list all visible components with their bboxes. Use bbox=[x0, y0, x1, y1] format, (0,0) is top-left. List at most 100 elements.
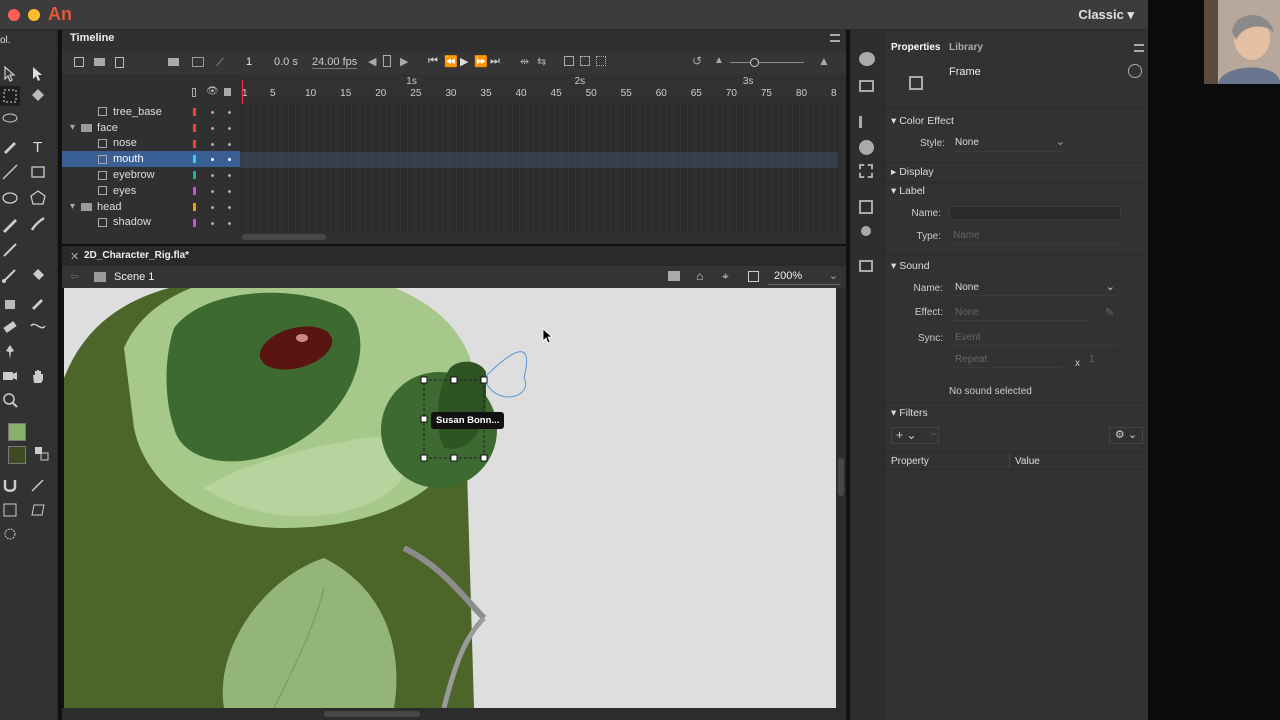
sound-name-dropdown[interactable]: None ⌄ bbox=[951, 280, 1119, 296]
rectangle-tool-icon[interactable] bbox=[28, 162, 48, 182]
tab-library[interactable]: Library bbox=[949, 42, 983, 53]
layer-color-swatch[interactable] bbox=[193, 202, 196, 211]
graph-icon[interactable]: ⟋ bbox=[216, 57, 224, 70]
show-hide-all-icon[interactable]: 👁 bbox=[206, 86, 219, 97]
edit-symbol-icon[interactable]: ⌂ bbox=[696, 269, 703, 283]
lock-dot[interactable] bbox=[228, 205, 231, 209]
clip-content-icon[interactable] bbox=[748, 271, 759, 282]
code-snippets-icon[interactable] bbox=[859, 260, 873, 272]
onion-skin-outlines-icon[interactable] bbox=[580, 56, 590, 66]
stage-hscrollbar[interactable] bbox=[62, 708, 846, 720]
layer-row-face[interactable]: ▾ face bbox=[62, 120, 240, 136]
current-time[interactable]: 0.0 s bbox=[274, 56, 298, 68]
zoom-tool-icon[interactable] bbox=[0, 390, 20, 410]
frame-ruler[interactable]: 1 5 10 15 20 25 30 35 40 45 50 55 60 65 70 75 80 8 1s 2s 3s bbox=[240, 74, 838, 99]
align-icon[interactable] bbox=[859, 116, 873, 128]
layer-color-swatch[interactable] bbox=[193, 108, 196, 116]
panel-menu-icon[interactable] bbox=[830, 34, 840, 42]
style-dropdown[interactable]: None ⌄ bbox=[953, 136, 1069, 152]
layer-color-swatch[interactable] bbox=[193, 186, 196, 195]
lock-dot[interactable] bbox=[228, 221, 231, 225]
stroke-color-swatch[interactable] bbox=[8, 423, 26, 441]
selection-tool-icon[interactable] bbox=[0, 64, 20, 84]
undo-icon[interactable]: ↺ bbox=[692, 54, 702, 68]
oval-tool-icon[interactable] bbox=[0, 188, 20, 208]
step-forward-icon[interactable]: ⏩ bbox=[474, 55, 488, 68]
filters-header[interactable]: ▾ Filters bbox=[891, 407, 928, 419]
edit-multiple-frames-icon[interactable] bbox=[596, 56, 606, 66]
frame-rate[interactable]: 24.00 fps bbox=[312, 56, 358, 69]
loop-icon[interactable]: ⇆ bbox=[537, 55, 546, 68]
pin-tool-icon[interactable] bbox=[0, 342, 20, 362]
rotate-skew-icon[interactable] bbox=[28, 500, 48, 520]
edit-toolbar-icon[interactable] bbox=[0, 524, 20, 544]
width-tool-icon[interactable] bbox=[28, 316, 48, 336]
zoom-select[interactable]: 200% ⌄ bbox=[768, 269, 840, 285]
document-tab[interactable]: 2D_Character_Rig.fla* bbox=[84, 250, 189, 261]
color-effect-header[interactable]: ▾ Color Effect bbox=[891, 115, 954, 127]
components-icon[interactable] bbox=[859, 200, 873, 214]
scale-icon[interactable] bbox=[0, 500, 20, 520]
edit-sound-icon[interactable]: ✎ bbox=[1105, 306, 1114, 319]
play-icon[interactable]: ▶ bbox=[460, 55, 468, 68]
visibility-dot[interactable] bbox=[211, 126, 214, 130]
fill-color-swatch[interactable] bbox=[8, 446, 26, 464]
text-tool-icon[interactable]: T bbox=[28, 136, 48, 156]
repeat-count[interactable]: 1 bbox=[1089, 354, 1095, 365]
display-header[interactable]: ▸ Display bbox=[891, 166, 934, 178]
lasso-tool-icon[interactable] bbox=[0, 110, 20, 130]
scene-name[interactable]: Scene 1 bbox=[114, 271, 154, 283]
free-transform-tool-icon[interactable] bbox=[0, 86, 20, 106]
minimize-window-button[interactable] bbox=[28, 9, 40, 21]
stage-hscroll-thumb[interactable] bbox=[324, 711, 420, 717]
visibility-dot[interactable] bbox=[211, 221, 214, 225]
zoom-in-timeline-icon[interactable]: ▲ bbox=[818, 54, 830, 68]
parent-view-icon[interactable] bbox=[192, 57, 204, 67]
lock-all-icon[interactable] bbox=[224, 88, 231, 96]
lock-dot[interactable] bbox=[228, 189, 231, 193]
transform-icon[interactable] bbox=[859, 164, 873, 178]
expand-folder-icon[interactable]: ▾ bbox=[70, 201, 75, 212]
line-tool-icon[interactable] bbox=[0, 162, 20, 182]
visibility-dot[interactable] bbox=[211, 205, 214, 209]
zoom-out-timeline-icon[interactable]: ▲ bbox=[714, 55, 724, 66]
timeline-zoom-slider[interactable] bbox=[730, 62, 804, 63]
pen-tool-icon[interactable] bbox=[0, 136, 20, 156]
props-menu-icon[interactable] bbox=[1134, 44, 1144, 52]
hand-tool-icon[interactable] bbox=[28, 366, 48, 386]
filter-settings-button[interactable]: ⚙ ⌄ bbox=[1109, 427, 1143, 444]
current-frame[interactable]: 1 bbox=[246, 56, 252, 68]
visibility-dot[interactable] bbox=[211, 158, 214, 162]
help-icon[interactable] bbox=[1128, 64, 1142, 78]
swatches-icon[interactable] bbox=[859, 80, 874, 92]
pencil-tool-icon[interactable] bbox=[0, 214, 20, 234]
sound-repeat-dropdown[interactable]: Repeat bbox=[951, 352, 1063, 368]
motion-presets-icon[interactable] bbox=[861, 226, 871, 236]
label-header[interactable]: ▾ Label bbox=[891, 185, 925, 197]
bucket-tool-icon[interactable] bbox=[28, 266, 48, 286]
layer-color-swatch[interactable] bbox=[193, 218, 196, 227]
eyedropper-tool-icon[interactable] bbox=[28, 292, 48, 312]
layer-row-mouth[interactable]: mouth bbox=[62, 151, 240, 168]
paint-brush-tool-icon[interactable] bbox=[0, 240, 20, 260]
stage-vscroll-thumb[interactable] bbox=[838, 458, 844, 496]
brush-tool-icon[interactable] bbox=[28, 214, 48, 234]
layer-color-swatch[interactable] bbox=[193, 123, 196, 132]
step-back-icon[interactable]: ⏪ bbox=[444, 55, 458, 68]
paint-bucket-tool-icon[interactable] bbox=[28, 86, 48, 106]
visibility-dot[interactable] bbox=[211, 189, 214, 193]
go-to-last-frame-icon[interactable]: ⏭ bbox=[490, 55, 500, 68]
visibility-dot[interactable] bbox=[211, 111, 214, 114]
bone-tool-icon[interactable] bbox=[0, 266, 20, 286]
eraser-tool-icon[interactable] bbox=[0, 316, 20, 336]
layer-row-eyes[interactable]: eyes bbox=[62, 183, 240, 199]
remove-filter-button[interactable]: − bbox=[925, 427, 943, 444]
layer-color-swatch[interactable] bbox=[193, 139, 196, 148]
lock-dot[interactable] bbox=[228, 111, 231, 114]
stage-canvas[interactable]: Susan Bonn... bbox=[64, 288, 836, 708]
polystar-tool-icon[interactable] bbox=[28, 188, 48, 208]
lock-dot[interactable] bbox=[228, 126, 231, 130]
smooth-icon[interactable] bbox=[28, 476, 48, 496]
layer-row-nose[interactable]: nose bbox=[62, 136, 240, 152]
frames-grid[interactable] bbox=[240, 104, 838, 232]
